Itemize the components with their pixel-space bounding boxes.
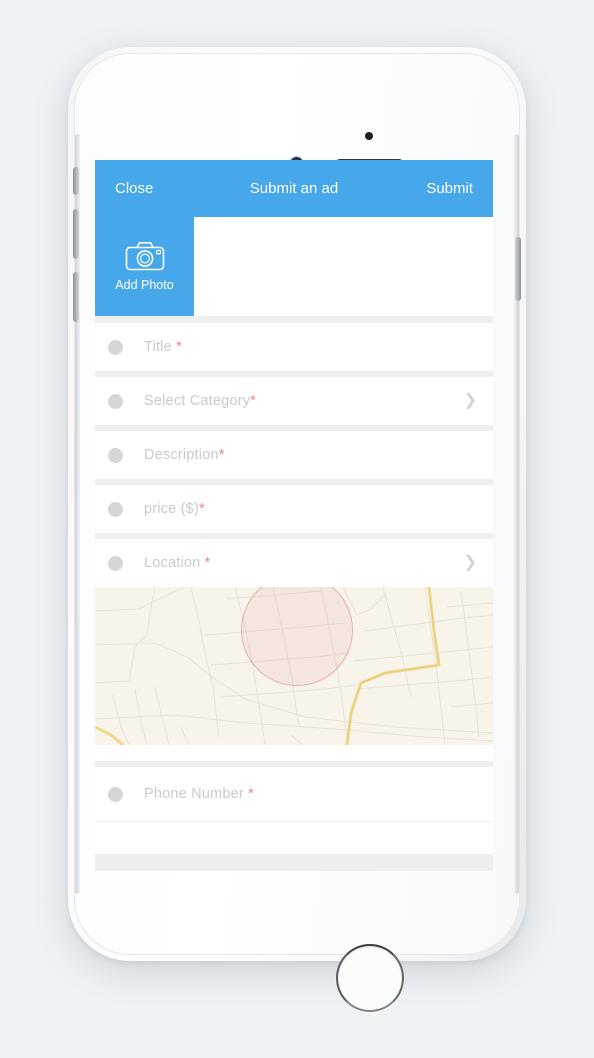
phone-number-label: Phone Number [144, 786, 249, 802]
camera-icon [125, 242, 164, 271]
required-asterisk: * [204, 555, 211, 571]
home-button[interactable] [336, 944, 404, 1012]
title-input[interactable]: Title * [144, 339, 182, 355]
map-bottom-pad [95, 745, 493, 761]
form-row-price[interactable]: price ($)* [95, 485, 493, 533]
required-asterisk: * [198, 501, 205, 517]
required-asterisk: * [248, 786, 255, 802]
power-button[interactable] [515, 237, 521, 301]
add-photo-button[interactable]: Add Photo [95, 217, 194, 316]
screenshot-stage: Close Submit an ad Submit Add Photo Titl… [0, 0, 594, 1058]
close-button[interactable]: Close [115, 180, 153, 197]
form-row-location[interactable]: Location * ❯ [95, 539, 493, 587]
section-separator [95, 316, 493, 323]
required-asterisk: * [250, 393, 257, 409]
photo-strip: Add Photo [95, 217, 493, 316]
location-label: Location [144, 555, 205, 571]
volume-up-button[interactable] [73, 209, 79, 259]
location-input[interactable]: Location * [144, 555, 211, 571]
form-row-phone-number[interactable]: Phone Number * [95, 767, 493, 822]
field-bullet-icon [108, 447, 123, 463]
location-map[interactable] [95, 587, 493, 745]
field-bullet-icon [108, 393, 123, 409]
field-bullet-icon [108, 339, 123, 355]
chevron-right-icon[interactable]: ❯ [464, 393, 477, 409]
field-bullet-icon [108, 555, 123, 571]
add-photo-label: Add Photo [115, 278, 174, 292]
field-bullet-icon [108, 786, 123, 802]
required-asterisk: * [176, 339, 182, 355]
navigation-bar: Close Submit an ad Submit [95, 160, 493, 217]
description-input[interactable]: Description* [144, 447, 225, 463]
phone-number-input[interactable]: Phone Number * [144, 786, 254, 802]
form-tail-area [95, 822, 493, 854]
price-input[interactable]: price ($)* [144, 501, 205, 517]
volume-down-button[interactable] [73, 272, 79, 322]
phone-screen: Close Submit an ad Submit Add Photo Titl… [95, 160, 493, 871]
price-label: price ($) [144, 501, 199, 517]
submit-button[interactable]: Submit [426, 180, 473, 197]
form-row-title[interactable]: Title * [95, 323, 493, 371]
form-row-select-category[interactable]: Select Category* ❯ [95, 377, 493, 425]
select-category-label: Select Category [144, 393, 251, 409]
silent-switch[interactable] [73, 167, 79, 195]
required-asterisk: * [218, 447, 225, 463]
chevron-right-icon[interactable]: ❯ [464, 555, 477, 571]
proximity-sensor-icon [365, 132, 373, 140]
description-label: Description [144, 447, 219, 463]
form-row-description[interactable]: Description* [95, 431, 493, 479]
title-label: Title [144, 339, 177, 355]
field-bullet-icon [108, 501, 123, 517]
select-category-input[interactable]: Select Category* [144, 393, 256, 409]
